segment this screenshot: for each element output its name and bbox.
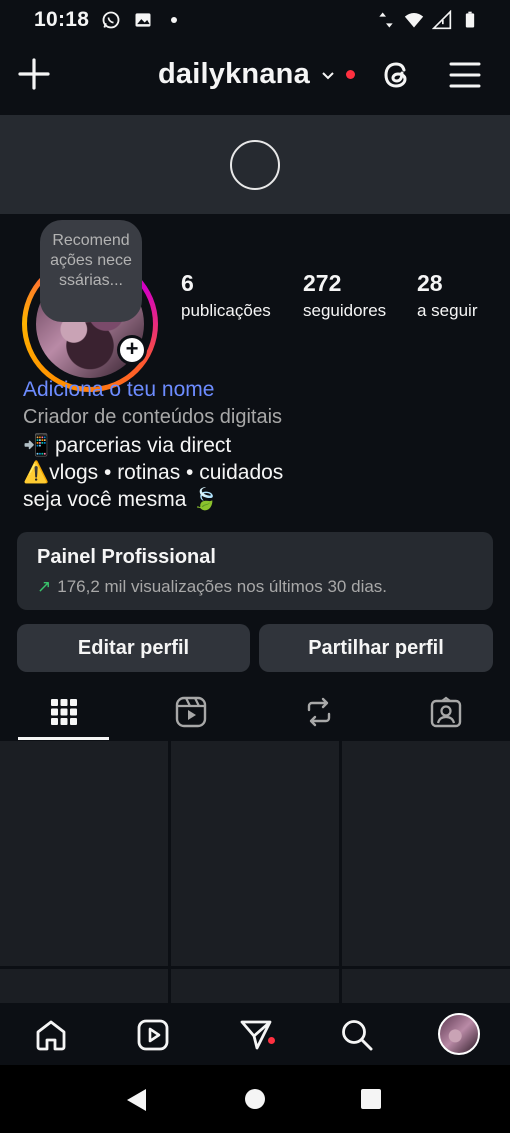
status-time: 10:18 — [34, 8, 90, 31]
post-thumbnail[interactable] — [171, 969, 339, 1003]
bio-line: seja você mesma 🍃 — [23, 488, 219, 511]
account-switcher[interactable]: dailyknana — [158, 58, 355, 91]
battery-icon — [465, 11, 475, 28]
recents-icon[interactable] — [360, 1088, 382, 1110]
tagged-icon — [430, 696, 461, 728]
edit-profile-button[interactable]: Editar perfil — [17, 624, 250, 672]
tab-tagged[interactable] — [400, 684, 491, 740]
repost-icon — [307, 697, 330, 727]
nav-search[interactable] — [337, 1015, 377, 1055]
content-tabs — [0, 684, 510, 740]
search-icon — [342, 1020, 373, 1051]
nav-reels[interactable] — [133, 1015, 173, 1055]
stat-followers[interactable]: 272 seguidores — [303, 270, 386, 321]
dashboard-title: Painel Profissional — [37, 546, 216, 568]
posts-grid — [0, 741, 510, 1003]
back-icon[interactable] — [124, 1087, 148, 1113]
data-transfer-icon — [379, 12, 393, 28]
system-navigation-bar — [0, 1065, 510, 1133]
grid-icon — [50, 699, 77, 725]
post-thumbnail[interactable] — [342, 969, 510, 1003]
note-bubble[interactable]: Recomendações necessárias... — [40, 220, 142, 322]
home-circle-icon[interactable] — [244, 1088, 266, 1110]
post-thumbnail[interactable] — [342, 741, 510, 966]
nav-profile[interactable] — [437, 1012, 481, 1056]
plus-icon: + — [120, 338, 144, 362]
trend-up-icon: ↗ — [37, 577, 52, 596]
wifi-icon — [404, 13, 424, 28]
profile-avatar — [438, 1013, 480, 1055]
share-profile-button[interactable]: Partilhar perfil — [259, 624, 493, 672]
notification-dot — [345, 70, 355, 79]
gallery-icon — [135, 13, 151, 27]
stat-posts[interactable]: 6 publicações — [181, 270, 271, 321]
category-label: Criador de conteúdos digitais — [23, 406, 283, 428]
profile-header: dailyknana — [0, 44, 510, 108]
status-bar: 10:18 — [0, 0, 510, 40]
username: dailyknana — [158, 58, 310, 90]
professional-dashboard[interactable]: Painel Profissional ↗ 176,2 mil visualiz… — [17, 532, 493, 610]
tab-reels[interactable] — [145, 684, 236, 740]
dot-icon — [171, 17, 178, 23]
post-thumbnail[interactable] — [171, 741, 339, 966]
post-thumbnail[interactable] — [0, 741, 168, 966]
whatsapp-icon — [102, 11, 120, 29]
bio-line: ⚠️vlogs • rotinas • cuidados — [23, 461, 284, 484]
add-story-button[interactable]: + — [117, 335, 147, 365]
home-icon — [36, 1020, 66, 1051]
tab-grid[interactable] — [18, 684, 109, 740]
menu-icon[interactable] — [448, 58, 482, 92]
bio-line: 📲 parcerias via direct — [23, 434, 232, 457]
messages-icon — [240, 1020, 272, 1050]
reels-icon — [175, 696, 206, 728]
notification-dot — [268, 1037, 275, 1044]
create-post-icon[interactable] — [16, 56, 52, 92]
threads-icon[interactable] — [380, 58, 414, 92]
loading-spinner — [230, 139, 280, 190]
bottom-navigation — [0, 1003, 510, 1065]
signal-icon — [432, 10, 452, 30]
stat-following[interactable]: 28 a seguir — [417, 270, 477, 321]
dashboard-subtitle: 176,2 mil visualizações nos últimos 30 d… — [57, 577, 388, 596]
bio: Adiciona o teu nome Criador de conteúdos… — [23, 376, 283, 513]
tab-reposts[interactable] — [273, 684, 364, 740]
nav-home[interactable] — [31, 1015, 71, 1055]
active-tab-indicator — [18, 737, 109, 740]
post-thumbnail[interactable] — [0, 969, 168, 1003]
add-name-link[interactable]: Adiciona o teu nome — [23, 376, 283, 403]
reels-icon — [137, 1019, 169, 1051]
nav-messages[interactable] — [236, 1015, 276, 1055]
chevron-down-icon — [322, 71, 334, 79]
stories-loading-area — [0, 115, 510, 214]
